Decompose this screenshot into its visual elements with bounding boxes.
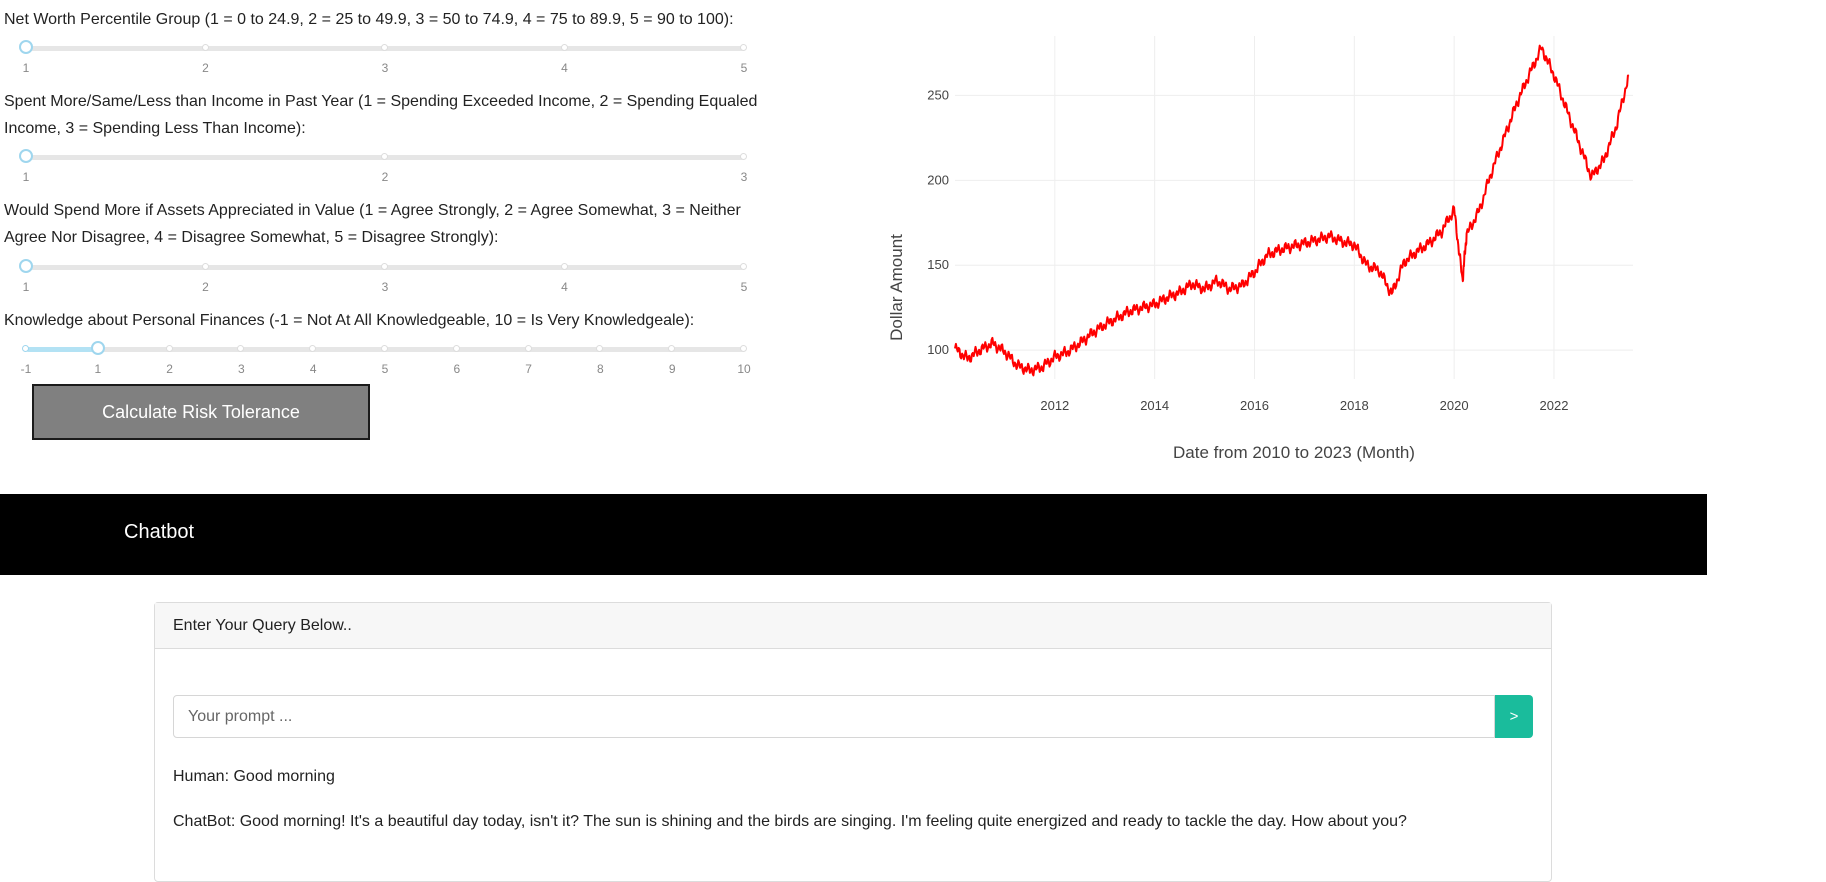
prompt-input[interactable] — [173, 695, 1495, 738]
x-tick-label: 2012 — [1040, 398, 1069, 413]
slider-tick-label: 8 — [597, 362, 604, 376]
slider-net-worth[interactable] — [19, 40, 747, 54]
slider-tick-label: 5 — [381, 362, 389, 376]
slider-mark[interactable] — [740, 263, 747, 270]
slider-tick-label: 7 — [525, 362, 532, 376]
slider-fill — [26, 347, 98, 352]
slider-handle[interactable] — [19, 149, 33, 163]
slider-mark[interactable] — [524, 345, 532, 352]
x-tick-label: 2018 — [1340, 398, 1369, 413]
slider-assets[interactable] — [19, 259, 747, 273]
chat-message-bot: ChatBot: Good morning! It's a beautiful … — [173, 813, 1407, 830]
y-tick-label: 200 — [927, 172, 949, 187]
slider-tick-label: 10 — [737, 362, 751, 376]
slider-mark[interactable] — [201, 44, 209, 51]
y-tick-label: 250 — [927, 87, 949, 102]
slider-tick-label: 5 — [740, 280, 748, 294]
slider-mark[interactable] — [740, 153, 747, 160]
y-axis-title: Dollar Amount — [887, 234, 906, 341]
dollar-amount-line-chart: 2012 2014 2016 2018 2020 2022 100 150 200 250 Date… — [887, 36, 1633, 462]
slider-ticks-net-worth: 1 2 3 4 5 — [22, 61, 748, 77]
slider-tick-label: 2 — [202, 280, 209, 294]
label-net-worth: Net Worth Percentile Group (1 = 0 to 24.… — [4, 11, 734, 28]
slider-mark[interactable] — [560, 263, 568, 270]
slider-ticks-spending: 1 2 3 — [22, 170, 748, 186]
label-knowledge: Knowledge about Personal Finances (-1 = … — [4, 312, 695, 329]
slider-mark[interactable] — [452, 345, 460, 352]
x-tick-label: 2016 — [1240, 398, 1269, 413]
slider-mark[interactable] — [201, 263, 209, 270]
calculate-risk-tolerance-button[interactable]: Calculate Risk Tolerance — [32, 384, 370, 440]
slider-mark[interactable] — [22, 345, 29, 352]
slider-handle[interactable] — [90, 341, 105, 355]
slider-tick-label: 3 — [381, 280, 389, 294]
slider-tick-label: 1 — [94, 362, 102, 376]
slider-tick-label: 4 — [561, 280, 568, 294]
navbar: Chatbot — [0, 494, 1707, 575]
slider-tick-label: 2 — [202, 61, 209, 75]
slider-mark[interactable] — [740, 345, 747, 352]
slider-mark[interactable] — [381, 263, 388, 270]
navbar-brand[interactable]: Chatbot — [124, 521, 194, 544]
x-tick-label: 2022 — [1540, 398, 1569, 413]
slider-mark[interactable] — [740, 44, 747, 51]
x-axis-title: Date from 2010 to 2023 (Month) — [1173, 443, 1415, 462]
label-spending: Spent More/Same/Less than Income in Past… — [4, 93, 758, 137]
slider-tick-label: 4 — [309, 362, 317, 376]
x-tick-label: 2014 — [1140, 398, 1169, 413]
x-tick-label: 2020 — [1440, 398, 1469, 413]
slider-tick-label: 3 — [381, 61, 389, 75]
slider-tick-label: 1 — [22, 61, 30, 75]
send-button[interactable]: > — [1495, 695, 1533, 738]
chat-message-human: Human: Good morning — [173, 768, 335, 785]
slider-tick-label: -1 — [20, 362, 32, 376]
label-assets: Would Spend More if Assets Appreciated i… — [4, 202, 741, 246]
slider-tick-label: 3 — [740, 170, 748, 184]
slider-ticks-assets: 1 2 3 4 5 — [22, 280, 748, 296]
y-tick-label: 150 — [927, 257, 949, 272]
chat-card-header: Enter Your Query Below.. — [155, 603, 1551, 649]
slider-handle[interactable] — [19, 259, 33, 273]
slider-mark[interactable] — [560, 44, 568, 51]
slider-tick-label: 5 — [740, 61, 748, 75]
slider-handle[interactable] — [19, 40, 33, 54]
slider-spending[interactable] — [19, 149, 747, 163]
y-tick-label: 100 — [927, 342, 949, 357]
slider-mark[interactable] — [165, 345, 173, 352]
slider-ticks-knowledge: -1 1 2 3 4 5 6 7 8 9 10 — [21, 362, 751, 378]
slider-tick-label: 3 — [238, 362, 245, 376]
slider-tick-label: 6 — [453, 362, 461, 376]
slider-mark[interactable] — [381, 345, 388, 352]
slider-mark[interactable] — [381, 153, 388, 160]
slider-tick-label: 9 — [668, 362, 676, 376]
slider-tick-label: 4 — [561, 61, 568, 75]
slider-tick-label: 1 — [22, 280, 30, 294]
slider-tick-label: 2 — [381, 170, 389, 184]
chat-card: Enter Your Query Below.. > Human: Good m… — [154, 602, 1552, 882]
slider-tick-label: 2 — [166, 362, 173, 376]
slider-mark[interactable] — [381, 44, 388, 51]
slider-knowledge[interactable] — [22, 341, 747, 355]
slider-tick-label: 1 — [22, 170, 30, 184]
